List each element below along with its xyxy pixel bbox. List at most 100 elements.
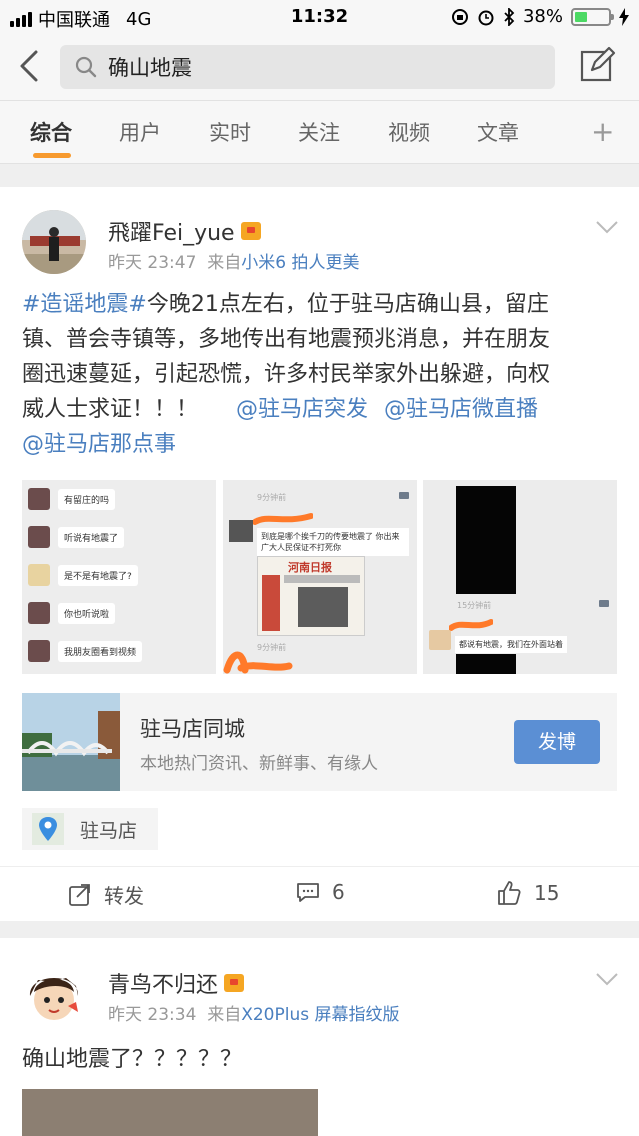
tab-following[interactable]: 关注 (298, 117, 340, 147)
post-button[interactable]: 发博 (514, 720, 600, 764)
chat-bubble: 都说有地震，我们在外面站着 (455, 636, 567, 653)
repost-button[interactable]: 转发 (68, 880, 144, 909)
add-tab-button[interactable]: + (591, 115, 614, 148)
bluetooth-icon (504, 7, 515, 26)
chat-message: 广大人民保证不打死你 (261, 543, 341, 552)
status-bar: 中国联通 4G 11:32 38% (0, 0, 639, 34)
chat-avatar (229, 520, 253, 542)
post-author[interactable]: 飛躍Fei_yue (108, 215, 261, 247)
post-line-2: 镇、普会寺镇等，多地传出有地震预兆消息，并在朋友 (22, 327, 551, 352)
location-chip[interactable]: 驻马店 (22, 808, 158, 850)
repost-label: 转发 (104, 884, 144, 908)
chat-bubble: 有留庄的吗 (58, 488, 116, 510)
post-actions: 转发 6 15 (0, 866, 639, 920)
chat-avatar (28, 564, 50, 586)
active-tab-indicator (33, 153, 71, 158)
chat-bubble: 你也听说啦 (58, 602, 116, 624)
scribble-mark (449, 619, 493, 631)
username[interactable]: 青鸟不归还 (108, 967, 218, 999)
location-pin-icon (32, 813, 64, 845)
scribble-mark (253, 513, 313, 525)
tab-articles[interactable]: 文章 (477, 117, 519, 147)
chat-avatar (28, 640, 50, 662)
search-header (0, 34, 639, 100)
scribble-mark (223, 651, 293, 674)
like-count: 15 (534, 881, 560, 905)
post-source[interactable]: 小米6 拍人更美 (241, 253, 359, 273)
comment-button[interactable]: 6 (296, 880, 345, 904)
like-button[interactable]: 15 (496, 880, 559, 906)
comment-count: 6 (332, 880, 345, 904)
username[interactable]: 飛躍Fei_yue (108, 215, 235, 247)
keyboard-icon (599, 600, 609, 607)
post-text: 确山地震了？？？？？ (22, 1047, 243, 1072)
tab-video[interactable]: 视频 (388, 117, 430, 147)
post-author[interactable]: 青鸟不归还 (108, 967, 245, 999)
chat-bubble: 我朋友圈看到视频 (58, 640, 143, 662)
hashtag-link[interactable]: #造谣地震# (22, 292, 147, 317)
post-text: #造谣地震#今晚21点左右，位于驻马店确山县，留庄 镇、普会寺镇等，多地传出有地… (22, 287, 622, 462)
vip-badge-icon (240, 222, 261, 240)
post-line-4: 威人士求证！！！ (22, 397, 199, 422)
post-line-1: 今晚21点左右，位于驻马店确山县，留庄 (146, 292, 549, 317)
chat-message: 到底是哪个挨千刀的传要地震了 你出来 (261, 532, 400, 541)
post-meta: 昨天 23:34 来自X20Plus 屏幕指纹版 (108, 1000, 400, 1025)
search-tabs: 综合 用户 实时 关注 视频 文章 + (0, 100, 639, 164)
chat-avatar (28, 488, 50, 510)
post-image-1[interactable]: 有留庄的吗 听说有地震了 是不是有地震了? 你也听说啦 我朋友圈看到视频 (22, 480, 216, 674)
location-label: 驻马店 (80, 819, 138, 842)
mention-link[interactable]: @驻马店那点事 (22, 432, 176, 457)
video-frame (456, 486, 516, 594)
alarm-icon (478, 10, 494, 25)
search-icon (75, 56, 97, 78)
back-icon (20, 50, 38, 82)
avatar[interactable] (22, 962, 86, 1026)
video-frame (456, 654, 516, 674)
rotation-lock-icon (451, 8, 468, 25)
chevron-down-icon[interactable] (595, 972, 619, 986)
page-card-title: 驻马店同城 (140, 717, 245, 741)
page-card-image (22, 693, 120, 791)
post-time: 昨天 23:47 (108, 253, 197, 273)
post-line-3: 圈迅速蔓延，引起恐慌，许多村民举家外出躲避，向权 (22, 362, 551, 387)
chat-avatar (429, 630, 451, 650)
post-meta: 昨天 23:47 来自小米6 拍人更美 (108, 248, 359, 273)
compose-button[interactable] (578, 46, 616, 84)
mention-link[interactable]: @驻马店突发 (236, 397, 368, 422)
newspaper-image: 河南日报 (257, 556, 365, 636)
battery-percent: 38% (522, 6, 563, 27)
chat-avatar (28, 602, 50, 624)
post-image[interactable] (22, 1089, 318, 1136)
search-box[interactable] (60, 45, 555, 89)
search-input[interactable] (108, 45, 538, 89)
avatar[interactable] (22, 210, 86, 274)
post-card: 青鸟不归还 昨天 23:34 来自X20Plus 屏幕指纹版 确山地震了？？？？… (0, 938, 639, 1136)
like-icon (498, 881, 521, 905)
source-prefix: 来自 (207, 1005, 242, 1025)
charging-icon (619, 7, 629, 26)
compose-icon (580, 46, 616, 82)
chat-bubble: 到底是哪个挨千刀的传要地震了 你出来 广大人民保证不打死你 (257, 528, 409, 556)
tab-realtime[interactable]: 实时 (209, 117, 251, 147)
chat-bubble: 听说有地震了 (58, 526, 125, 548)
post-source[interactable]: X20Plus 屏幕指纹版 (241, 1005, 399, 1025)
back-button[interactable] (12, 46, 48, 86)
newspaper-title: 河南日报 (288, 561, 332, 574)
comment-icon (297, 883, 319, 902)
keyboard-icon (399, 492, 409, 499)
image-timestamp: 9分钟前 (257, 493, 287, 502)
status-right: 38% (451, 6, 629, 27)
tab-all[interactable]: 综合 (30, 117, 72, 147)
chevron-down-icon[interactable] (595, 220, 619, 234)
page-card[interactable]: 驻马店同城 本地热门资讯、新鲜事、有缘人 发博 (22, 693, 617, 791)
chat-avatar (28, 526, 50, 548)
post-image-2[interactable]: 9分钟前 到底是哪个挨千刀的传要地震了 你出来 广大人民保证不打死你 河南日报 … (223, 480, 417, 674)
tab-users[interactable]: 用户 (119, 117, 161, 147)
battery-icon (571, 7, 614, 26)
source-prefix: 来自 (207, 253, 242, 273)
image-timestamp: 15分钟前 (457, 601, 492, 610)
chat-bubble: 是不是有地震了? (58, 564, 138, 586)
mention-link[interactable]: @驻马店微直播 (384, 397, 538, 422)
post-image-3[interactable]: 15分钟前 都说有地震，我们在外面站着 (423, 480, 617, 674)
vip-badge-icon (224, 974, 245, 992)
